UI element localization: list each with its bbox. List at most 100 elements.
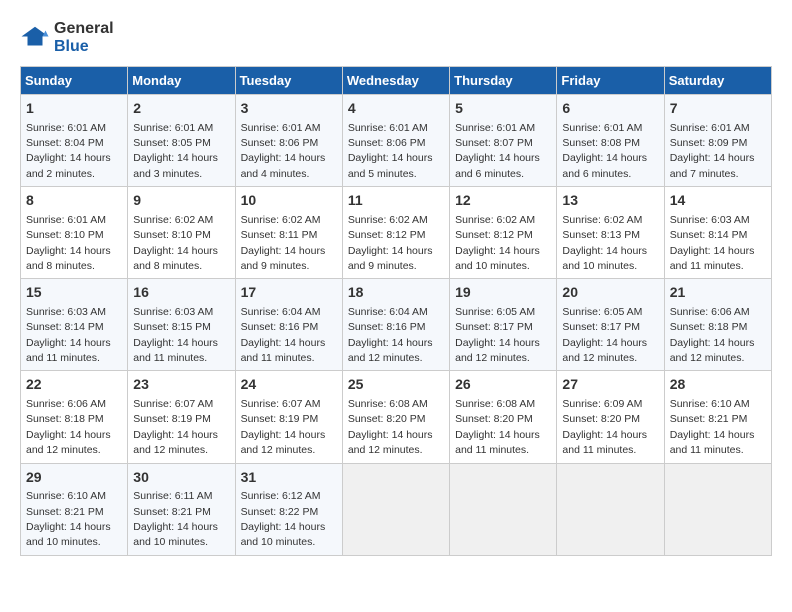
sunrise-text: Sunrise: 6:01 AMSunset: 8:09 PMDaylight:… [670,122,755,180]
calendar-cell: 27 Sunrise: 6:09 AMSunset: 8:20 PMDayligh… [557,371,664,463]
sunrise-text: Sunrise: 6:03 AMSunset: 8:14 PMDaylight:… [670,214,755,272]
calendar-week-4: 22Sunrise: 6:06 AMSunset: 8:18 PMDayligh… [21,371,772,463]
logo-text: General Blue [54,20,114,56]
day-number: 21 [670,283,766,303]
day-number: 31 [241,468,337,488]
sunrise-text: Sunrise: 6:01 AMSunset: 8:07 PMDaylight:… [455,122,540,180]
calendar-cell: 6 Sunrise: 6:01 AMSunset: 8:08 PMDaylight… [557,95,664,187]
sunrise-text: Sunrise: 6:09 AMSunset: 8:20 PMDaylight:… [562,398,647,456]
sunrise-text: Sunrise: 6:02 AMSunset: 8:11 PMDaylight:… [241,214,326,272]
calendar-cell: 17 Sunrise: 6:04 AMSunset: 8:16 PMDayligh… [235,279,342,371]
calendar-table: SundayMondayTuesdayWednesdayThursdayFrid… [20,66,772,556]
sunrise-text: Sunrise: 6:06 AMSunset: 8:18 PMDaylight:… [670,306,755,364]
sunrise-text: Sunrise: 6:02 AMSunset: 8:12 PMDaylight:… [348,214,433,272]
calendar-cell: 8Sunrise: 6:01 AMSunset: 8:10 PMDaylight… [21,187,128,279]
day-number: 20 [562,283,658,303]
sunrise-text: Sunrise: 6:02 AMSunset: 8:12 PMDaylight:… [455,214,540,272]
calendar-cell: 21 Sunrise: 6:06 AMSunset: 8:18 PMDayligh… [664,279,771,371]
sunrise-text: Sunrise: 6:10 AMSunset: 8:21 PMDaylight:… [670,398,755,456]
day-number: 10 [241,191,337,211]
day-number: 24 [241,375,337,395]
calendar-cell: 12 Sunrise: 6:02 AMSunset: 8:12 PMDayligh… [450,187,557,279]
day-number: 5 [455,99,551,119]
day-number: 22 [26,375,122,395]
day-number: 2 [133,99,229,119]
day-number: 9 [133,191,229,211]
calendar-cell [557,463,664,555]
header-sunday: Sunday [21,67,128,95]
calendar-cell: 28 Sunrise: 6:10 AMSunset: 8:21 PMDayligh… [664,371,771,463]
day-number: 23 [133,375,229,395]
sunrise-text: Sunrise: 6:01 AMSunset: 8:08 PMDaylight:… [562,122,647,180]
sunrise-text: Sunrise: 6:07 AMSunset: 8:19 PMDaylight:… [241,398,326,456]
sunrise-text: Sunrise: 6:04 AMSunset: 8:16 PMDaylight:… [241,306,326,364]
sunrise-text: Sunrise: 6:08 AMSunset: 8:20 PMDaylight:… [348,398,433,456]
day-number: 4 [348,99,444,119]
day-number: 19 [455,283,551,303]
calendar-week-2: 8Sunrise: 6:01 AMSunset: 8:10 PMDaylight… [21,187,772,279]
calendar-cell [664,463,771,555]
day-number: 15 [26,283,122,303]
sunrise-text: Sunrise: 6:08 AMSunset: 8:20 PMDaylight:… [455,398,540,456]
day-number: 16 [133,283,229,303]
day-number: 13 [562,191,658,211]
day-number: 6 [562,99,658,119]
sunrise-text: Sunrise: 6:12 AMSunset: 8:22 PMDaylight:… [241,490,326,548]
calendar-cell: 15 Sunrise: 6:03 AMSunset: 8:14 PMDayligh… [21,279,128,371]
sunrise-text: Sunrise: 6:02 AMSunset: 8:10 PMDaylight:… [133,214,218,272]
header-tuesday: Tuesday [235,67,342,95]
calendar-cell: 25 Sunrise: 6:08 AMSunset: 8:20 PMDayligh… [342,371,449,463]
calendar-cell: 22Sunrise: 6:06 AMSunset: 8:18 PMDayligh… [21,371,128,463]
calendar-cell: 14Sunrise: 6:03 AMSunset: 8:14 PMDayligh… [664,187,771,279]
logo: General Blue [20,20,114,56]
day-number: 17 [241,283,337,303]
day-number: 12 [455,191,551,211]
day-number: 18 [348,283,444,303]
calendar-cell: 20 Sunrise: 6:05 AMSunset: 8:17 PMDayligh… [557,279,664,371]
header-monday: Monday [128,67,235,95]
day-number: 8 [26,191,122,211]
calendar-cell: 31Sunrise: 6:12 AMSunset: 8:22 PMDayligh… [235,463,342,555]
sunrise-text: Sunrise: 6:11 AMSunset: 8:21 PMDaylight:… [133,490,218,548]
sunrise-text: Sunrise: 6:05 AMSunset: 8:17 PMDaylight:… [562,306,647,364]
calendar-cell: 23 Sunrise: 6:07 AMSunset: 8:19 PMDayligh… [128,371,235,463]
day-number: 28 [670,375,766,395]
calendar-cell: 4Sunrise: 6:01 AMSunset: 8:06 PMDaylight… [342,95,449,187]
day-number: 25 [348,375,444,395]
calendar-cell: 29Sunrise: 6:10 AMSunset: 8:21 PMDayligh… [21,463,128,555]
calendar-week-5: 29Sunrise: 6:10 AMSunset: 8:21 PMDayligh… [21,463,772,555]
header-thursday: Thursday [450,67,557,95]
calendar-cell: 24 Sunrise: 6:07 AMSunset: 8:19 PMDayligh… [235,371,342,463]
calendar-cell: 18 Sunrise: 6:04 AMSunset: 8:16 PMDayligh… [342,279,449,371]
calendar-cell: 10 Sunrise: 6:02 AMSunset: 8:11 PMDayligh… [235,187,342,279]
header: General Blue [20,20,772,56]
calendar-header-row: SundayMondayTuesdayWednesdayThursdayFrid… [21,67,772,95]
sunrise-text: Sunrise: 6:04 AMSunset: 8:16 PMDaylight:… [348,306,433,364]
day-number: 29 [26,468,122,488]
calendar-week-1: 1Sunrise: 6:01 AMSunset: 8:04 PMDaylight… [21,95,772,187]
day-number: 11 [348,191,444,211]
sunrise-text: Sunrise: 6:07 AMSunset: 8:19 PMDaylight:… [133,398,218,456]
calendar-week-3: 15 Sunrise: 6:03 AMSunset: 8:14 PMDayligh… [21,279,772,371]
calendar-cell: 2 Sunrise: 6:01 AMSunset: 8:05 PMDaylight… [128,95,235,187]
sunrise-text: Sunrise: 6:01 AMSunset: 8:05 PMDaylight:… [133,122,218,180]
sunrise-text: Sunrise: 6:10 AMSunset: 8:21 PMDaylight:… [26,490,111,548]
calendar-cell: 1Sunrise: 6:01 AMSunset: 8:04 PMDaylight… [21,95,128,187]
calendar-cell: 13 Sunrise: 6:02 AMSunset: 8:13 PMDayligh… [557,187,664,279]
header-wednesday: Wednesday [342,67,449,95]
calendar-cell: 3Sunrise: 6:01 AMSunset: 8:06 PMDaylight… [235,95,342,187]
day-number: 27 [562,375,658,395]
calendar-cell [450,463,557,555]
sunrise-text: Sunrise: 6:02 AMSunset: 8:13 PMDaylight:… [562,214,647,272]
day-number: 3 [241,99,337,119]
day-number: 1 [26,99,122,119]
calendar-cell: 16 Sunrise: 6:03 AMSunset: 8:15 PMDayligh… [128,279,235,371]
calendar-cell: 7Sunrise: 6:01 AMSunset: 8:09 PMDaylight… [664,95,771,187]
calendar-cell [342,463,449,555]
calendar-cell: 9 Sunrise: 6:02 AMSunset: 8:10 PMDaylight… [128,187,235,279]
sunrise-text: Sunrise: 6:03 AMSunset: 8:14 PMDaylight:… [26,306,111,364]
sunrise-text: Sunrise: 6:03 AMSunset: 8:15 PMDaylight:… [133,306,218,364]
calendar-cell: 30Sunrise: 6:11 AMSunset: 8:21 PMDayligh… [128,463,235,555]
day-number: 30 [133,468,229,488]
day-number: 26 [455,375,551,395]
